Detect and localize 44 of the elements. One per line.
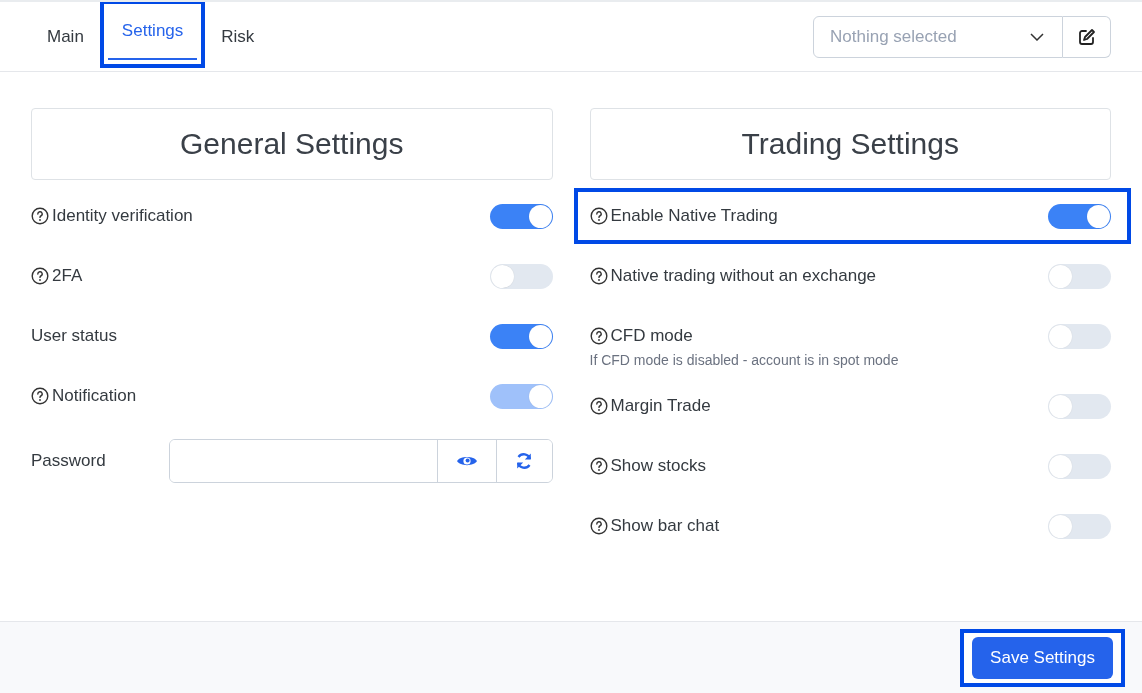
question-circle-icon xyxy=(589,397,608,415)
question-circle-icon xyxy=(589,207,608,225)
refresh-icon xyxy=(515,452,533,470)
save-button[interactable]: Save Settings xyxy=(972,636,1113,679)
section-title: General Settings xyxy=(31,108,553,180)
field-label: Password xyxy=(31,451,106,471)
setting-label: Native trading without an exchange xyxy=(610,266,877,286)
setting-label: Show bar chat xyxy=(610,516,720,536)
toggle-switch[interactable] xyxy=(1048,393,1111,419)
setting-label: User status xyxy=(31,326,117,346)
setting-label: 2FA xyxy=(52,266,83,286)
setting-label: Show stocks xyxy=(610,456,706,476)
refresh-button[interactable] xyxy=(495,440,552,482)
toggle-switch[interactable] xyxy=(1048,513,1111,539)
tab[interactable]: Settings xyxy=(107,3,198,60)
setting-label: CFD mode xyxy=(610,326,693,346)
toggle-switch[interactable] xyxy=(1048,203,1111,229)
toggle-switch[interactable] xyxy=(1048,263,1111,289)
question-circle-icon xyxy=(31,207,49,225)
question-circle-icon xyxy=(589,327,608,345)
select-placeholder: Nothing selected xyxy=(830,26,957,47)
help-text: If CFD mode is disabled - account is in spot mode xyxy=(589,352,900,370)
pencil-square-icon xyxy=(1077,27,1096,46)
toggle-switch[interactable] xyxy=(489,323,553,349)
setting-label: Margin Trade xyxy=(610,396,711,416)
edit-button[interactable] xyxy=(1063,15,1111,58)
question-circle-icon xyxy=(589,457,608,475)
toggle-switch[interactable] xyxy=(489,263,553,289)
setting-label: Notification xyxy=(52,386,137,406)
question-circle-icon xyxy=(31,267,49,285)
eye-icon xyxy=(455,454,478,468)
toggle-switch[interactable] xyxy=(1048,323,1111,349)
tab[interactable]: Risk xyxy=(205,2,271,72)
toggle-switch[interactable] xyxy=(1048,453,1111,479)
toggle-switch[interactable] xyxy=(489,203,553,229)
section-title: Trading Settings xyxy=(589,108,1111,180)
chevron-down-icon xyxy=(1030,32,1044,41)
setting-label: Enable Native Trading xyxy=(610,206,778,226)
question-circle-icon xyxy=(31,387,49,405)
tab[interactable]: Main xyxy=(31,2,100,72)
setting-label: Identity verification xyxy=(52,206,193,226)
question-circle-icon xyxy=(589,517,608,535)
password-field[interactable] xyxy=(168,439,553,483)
question-circle-icon xyxy=(589,267,608,285)
